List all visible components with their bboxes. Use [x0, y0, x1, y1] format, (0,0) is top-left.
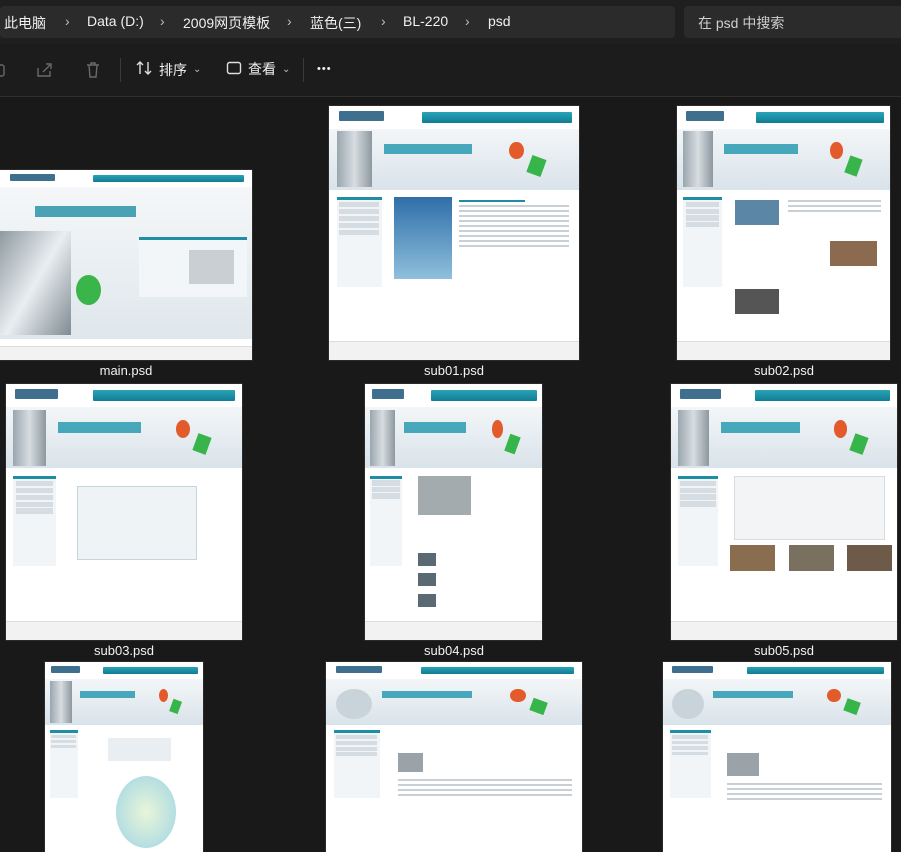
file-name[interactable]: sub05.psd [684, 643, 884, 658]
sort-button[interactable]: 排序 ⌄ [135, 59, 201, 80]
sort-label: 排序 [159, 61, 187, 78]
breadcrumb-item-psd[interactable]: psd [488, 13, 511, 29]
breadcrumb-item-blue[interactable]: 蓝色(三) [310, 13, 361, 33]
breadcrumb-item-data-drive[interactable]: Data (D:) [87, 13, 144, 29]
file-name[interactable]: sub03.psd [24, 643, 224, 658]
file-thumbnail[interactable] [45, 662, 203, 852]
file-name[interactable]: sub02.psd [684, 363, 884, 378]
thumb-nav [93, 174, 245, 183]
thumb-ball [75, 274, 101, 305]
file-thumbnail-sub05[interactable] [671, 384, 897, 640]
thumb-product-image [189, 249, 235, 284]
breadcrumb-item-this-pc[interactable]: 此电脑 [4, 13, 46, 33]
more-icon: ••• [317, 63, 332, 75]
breadcrumb-separator-icon[interactable]: › [381, 13, 386, 29]
file-thumbnail-sub03[interactable] [6, 384, 242, 640]
search-box[interactable]: 在 psd 中搜索 [684, 6, 901, 38]
more-button[interactable]: ••• [317, 63, 332, 75]
toolbar-divider [303, 58, 304, 82]
breadcrumb-separator-icon[interactable]: › [465, 13, 470, 29]
view-button[interactable]: 查看 ⌄ [226, 59, 290, 79]
thumb-footer [0, 345, 252, 360]
thumb-building [0, 230, 71, 336]
file-thumbnail-sub04[interactable] [365, 384, 542, 640]
file-thumbnail[interactable] [663, 662, 891, 852]
file-thumbnail-sub02[interactable] [677, 106, 890, 360]
toolbar-divider [120, 58, 121, 82]
breadcrumb-item-bl220[interactable]: BL-220 [403, 13, 448, 29]
command-bar: 排序 ⌄ 查看 ⌄ ••• [0, 44, 901, 97]
search-placeholder[interactable]: 在 psd 中搜索 [698, 13, 784, 33]
file-thumbnail-sub01[interactable] [329, 106, 579, 360]
breadcrumb[interactable]: 此电脑 › Data (D:) › 2009网页模板 › 蓝色(三) › BL-… [0, 6, 675, 38]
breadcrumb-separator-icon[interactable]: › [287, 13, 292, 29]
thumb-logo [10, 173, 56, 182]
file-thumbnail-main[interactable] [0, 170, 252, 360]
delete-icon[interactable] [84, 61, 102, 84]
breadcrumb-item-templates[interactable]: 2009网页模板 [183, 13, 270, 33]
chevron-down-icon: ⌄ [193, 64, 202, 75]
file-name[interactable]: sub04.psd [354, 643, 554, 658]
file-name[interactable]: main.psd [26, 363, 226, 378]
share-icon[interactable] [35, 61, 53, 84]
copy-icon[interactable] [0, 62, 8, 83]
view-label: 查看 [248, 61, 276, 77]
sort-icon [135, 59, 153, 80]
breadcrumb-separator-icon[interactable]: › [65, 13, 70, 29]
address-bar: 此电脑 › Data (D:) › 2009网页模板 › 蓝色(三) › BL-… [0, 0, 901, 44]
view-icon [226, 60, 242, 79]
file-name[interactable]: sub01.psd [354, 363, 554, 378]
breadcrumb-separator-icon[interactable]: › [160, 13, 165, 29]
file-thumbnail[interactable] [326, 662, 582, 852]
chevron-down-icon: ⌄ [282, 63, 291, 75]
thumb-heading [35, 206, 137, 218]
